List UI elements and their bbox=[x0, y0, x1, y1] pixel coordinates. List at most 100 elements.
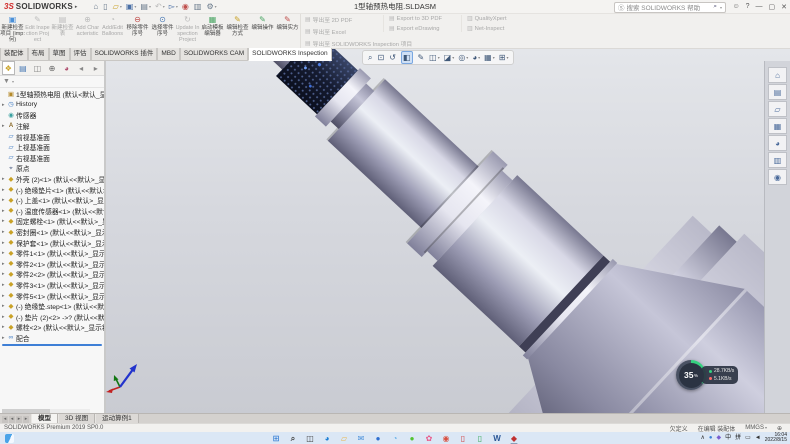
tree-item[interactable]: ▸ 零件1<1> (默认<<默认>_显示状态 bbox=[0, 248, 104, 259]
tree-item[interactable]: ▸ 注解 bbox=[0, 121, 104, 132]
photos-icon[interactable]: ✿ bbox=[424, 433, 435, 444]
ribbon-button[interactable]: ✎ 编辑实方 bbox=[275, 13, 300, 48]
tree-item[interactable]: ▸ 外壳 (2)<1> (默认<<默认>_显示状 bbox=[0, 174, 104, 185]
reader-app-icon[interactable]: ▯ bbox=[458, 433, 469, 444]
ribbon-button[interactable]: ✎ 编辑检查方式 bbox=[225, 13, 250, 48]
dynamic-annotation-icon[interactable]: ✎ bbox=[417, 52, 425, 63]
tree-item[interactable]: ▸ 密封圈<1> (默认<<默认>_显示状态 bbox=[0, 227, 104, 238]
tree-item[interactable]: ▸ 配合 bbox=[0, 333, 104, 344]
ribbon-button[interactable]: ⊙ 选择零件序号 bbox=[150, 13, 175, 48]
restore-button[interactable]: ▢ bbox=[769, 3, 776, 11]
search-button[interactable]: ⌕ bbox=[288, 433, 299, 444]
task-view-button[interactable]: ◫ bbox=[305, 433, 316, 444]
open-icon[interactable]: ▱ ▾ bbox=[113, 1, 122, 13]
view-palette-icon[interactable]: ▦ bbox=[768, 118, 787, 134]
start-button[interactable]: ⊞ bbox=[271, 433, 282, 444]
featuremanager-tree-tab[interactable]: ❖ bbox=[2, 61, 15, 75]
filter-caret[interactable]: ▾ bbox=[12, 79, 14, 84]
previous-view-icon[interactable]: ↺ bbox=[389, 52, 397, 63]
rollback-bar[interactable] bbox=[2, 344, 102, 346]
wechat-icon[interactable]: ● bbox=[407, 433, 418, 444]
hide-show-items-icon[interactable]: ◎ ▾ bbox=[458, 52, 468, 63]
save-icon[interactable]: ▣ ▾ bbox=[126, 1, 137, 13]
export-button[interactable]: ▤ Export to 3D PDF bbox=[389, 15, 442, 22]
performance-monitor-widget[interactable]: 35% 28.7KB/s 5.1KB/s bbox=[676, 360, 738, 390]
doc-tab-scroll-arrow[interactable]: ▸ bbox=[23, 416, 29, 423]
tree-item[interactable]: ▸ (-) 绝缘垫.step<1> (默认<<默认> bbox=[0, 301, 104, 312]
tree-item[interactable]: 1型轴预热电阻 (默认<默认_显示状态-1> bbox=[0, 89, 104, 100]
tree-item[interactable]: 上视基准面 bbox=[0, 142, 104, 153]
ribbon-button[interactable]: ▦ 启动模板编辑器 bbox=[200, 13, 225, 48]
apply-scene-icon[interactable]: ▦ ▾ bbox=[484, 52, 495, 63]
command-tab[interactable]: 装配体 bbox=[0, 48, 28, 61]
view-orientation-icon[interactable]: ◫ ▾ bbox=[429, 52, 440, 63]
taskbar-clock[interactable]: 16:04 2022/8/15 bbox=[765, 433, 787, 444]
custom-properties-icon[interactable]: ▥ bbox=[768, 152, 787, 168]
notes-app-icon[interactable]: ▯ bbox=[475, 433, 486, 444]
ribbon-button[interactable]: ▣ 新建检查项目 (imp:何) bbox=[0, 13, 25, 48]
doc-tab-scroll-arrow[interactable]: ◂ bbox=[2, 416, 8, 423]
mail-icon[interactable]: ✉ bbox=[356, 433, 367, 444]
export-button[interactable]: ▤ 导出至 SOLIDWORKS Inspection 项目 bbox=[305, 39, 412, 48]
tree-item[interactable]: ▸ (-) 绝缘垫片<1> (默认<<默认>_显 bbox=[0, 184, 104, 195]
view-settings-icon[interactable]: ⊞ ▾ bbox=[499, 52, 509, 63]
section-view-icon[interactable]: ◧ bbox=[401, 51, 414, 64]
tray-app1-icon[interactable]: ● bbox=[709, 432, 713, 444]
export-button[interactable]: ▥ QualityXpert bbox=[467, 15, 507, 22]
ime-language[interactable]: 中 bbox=[725, 432, 731, 444]
tree-item[interactable]: ▸ (-) 温度传感器<1> (默认<<默认>_ bbox=[0, 206, 104, 217]
rebuild-icon[interactable]: ◉ bbox=[182, 1, 190, 13]
chrome-icon[interactable]: ◉ bbox=[441, 433, 452, 444]
command-tab[interactable]: 评估 bbox=[70, 48, 91, 61]
ribbon-button[interactable]: ✎ Edit Inspection Project bbox=[25, 13, 50, 48]
display-icon[interactable]: ▭ bbox=[745, 432, 751, 444]
help-search-box[interactable]: Ⓢ 搜索 SOLIDWORKS 帮助 ⌕ ▾ bbox=[614, 2, 726, 13]
select-icon[interactable]: ▻ ▾ bbox=[169, 1, 178, 13]
edge-icon[interactable]: ◕ bbox=[322, 433, 333, 444]
dimxpertmanager-tab[interactable]: ⊕ bbox=[46, 61, 59, 75]
tree-item[interactable]: ▸ 零件2<2> (默认<<默认>_显示状态 bbox=[0, 269, 104, 280]
weather-icon[interactable]: ◔ bbox=[390, 433, 401, 444]
login-icon[interactable]: ☺ bbox=[732, 3, 739, 10]
ime-mode[interactable]: 拼 bbox=[735, 432, 741, 444]
forum-icon[interactable]: ◉ bbox=[768, 169, 787, 185]
tree-item[interactable]: 原点 bbox=[0, 163, 104, 174]
command-tab[interactable]: 草图 bbox=[49, 48, 70, 61]
tree-item[interactable]: ▸ 零件2<1> (默认<<默认>_显示状态 bbox=[0, 259, 104, 270]
panel-tab-scroll-left[interactable]: ◂ bbox=[75, 61, 88, 75]
export-button[interactable]: ▥ Net-Inspect bbox=[467, 25, 507, 32]
store-icon[interactable]: ● bbox=[373, 433, 384, 444]
tree-item[interactable]: ▸ 保护套<1> (默认<<默认>_显示状态 bbox=[0, 237, 104, 248]
tree-item[interactable]: 传感器 bbox=[0, 110, 104, 121]
ribbon-button[interactable]: ↻ Update Inspection Project bbox=[175, 13, 200, 48]
tree-filter-row[interactable]: ▼ ▾ bbox=[0, 76, 104, 88]
tree-item[interactable]: 右视基准面 bbox=[0, 153, 104, 164]
command-tab[interactable]: MBD bbox=[157, 48, 179, 61]
minimize-button[interactable]: — bbox=[756, 3, 763, 10]
help-button[interactable]: ? bbox=[746, 3, 750, 10]
tree-item[interactable]: 前视基准面 bbox=[0, 131, 104, 142]
tree-item[interactable]: ▸ (-) 上盖<1> (默认<<默认>_显示状 bbox=[0, 195, 104, 206]
display-style-icon[interactable]: ◪ ▾ bbox=[444, 52, 455, 63]
command-tab[interactable]: SOLIDWORKS CAM bbox=[180, 48, 248, 61]
ribbon-button[interactable]: ◔ Add/Edit Balloons bbox=[100, 13, 125, 48]
status-globe-icon[interactable]: ⊕ bbox=[777, 425, 782, 432]
widgets-icon[interactable] bbox=[5, 434, 14, 443]
close-button[interactable]: ✕ bbox=[781, 3, 787, 11]
ribbon-button[interactable]: ✎ 编辑操作 bbox=[250, 13, 275, 48]
units-selector[interactable]: MMGS▾ bbox=[745, 425, 767, 431]
home-icon[interactable]: ⌂ bbox=[93, 1, 99, 13]
tray-app2-icon[interactable]: ◆ bbox=[716, 432, 721, 444]
zoom-to-area-icon[interactable]: ⊡ bbox=[377, 52, 385, 63]
displaymanager-tab[interactable]: ◕ bbox=[60, 61, 73, 75]
file-explorer-icon[interactable]: ▱ bbox=[768, 101, 787, 117]
tray-chevron-icon[interactable]: ∧ bbox=[700, 432, 704, 444]
tree-item[interactable]: ▸ (-) 垫片 (2)<2> ->? (默认<<默认> bbox=[0, 311, 104, 322]
edit-appearance-icon[interactable]: ◕ ▾ bbox=[472, 52, 480, 63]
ribbon-button[interactable]: ▤ 新建检查表 bbox=[50, 13, 75, 48]
panel-tab-scroll-right[interactable]: ▸ bbox=[89, 61, 102, 75]
command-tab[interactable]: 布局 bbox=[28, 48, 49, 61]
solidworks-icon[interactable]: ◆ bbox=[509, 433, 520, 444]
ribbon-button[interactable]: ⊕ Add Characteristic bbox=[75, 13, 100, 48]
design-library-icon[interactable]: ▤ bbox=[768, 84, 787, 100]
